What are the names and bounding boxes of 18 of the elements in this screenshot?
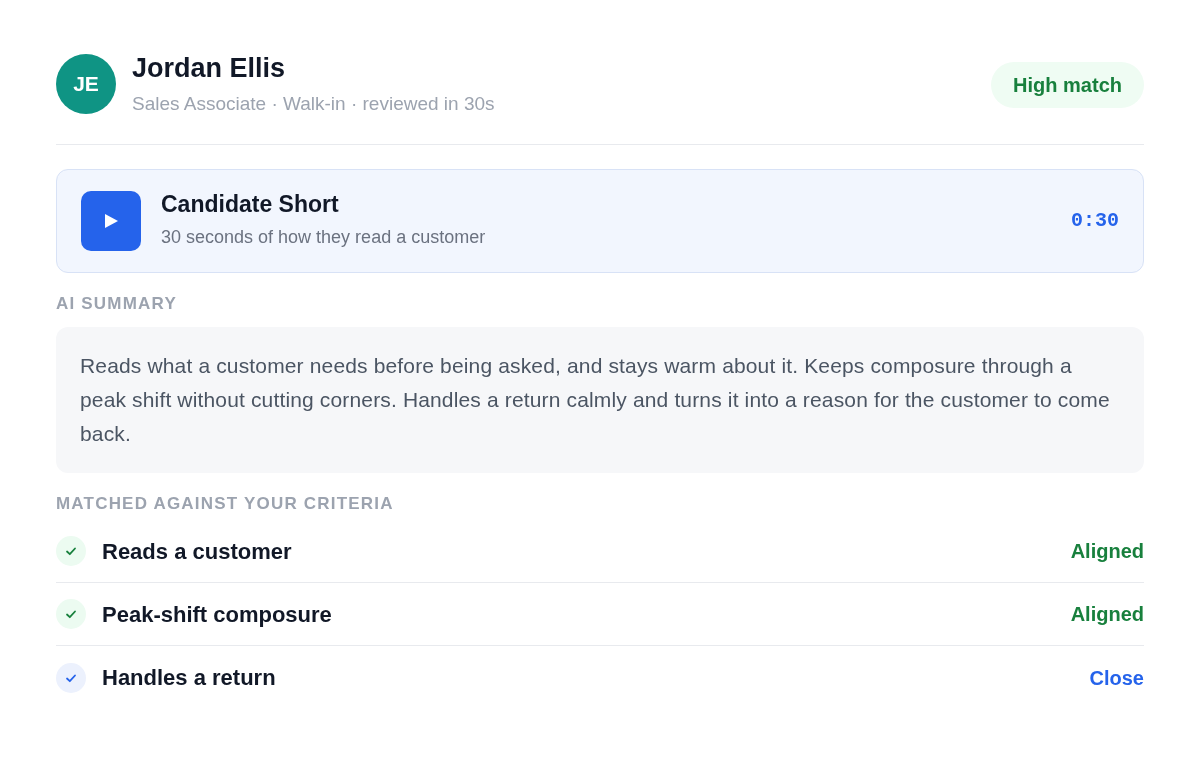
criterion-label: Handles a return bbox=[102, 664, 277, 693]
section-heading: AI SUMMARY bbox=[56, 293, 178, 316]
avatar-initials: JE bbox=[56, 54, 116, 114]
criterion-label: Reads a customer bbox=[102, 537, 293, 566]
video-duration: 0:30 bbox=[1071, 208, 1119, 235]
play-icon bbox=[104, 214, 118, 229]
criterion-status: Close bbox=[1089, 665, 1144, 691]
criterion-label: Peak-shift composure bbox=[102, 600, 333, 629]
play-button[interactable] bbox=[81, 191, 141, 252]
candidate-name: Jordan Ellis bbox=[132, 54, 287, 84]
criterion-status: Aligned bbox=[1070, 539, 1144, 565]
video-subtitle: 30 seconds of how they read a customer bbox=[161, 226, 487, 249]
criterion-status: Aligned bbox=[1070, 602, 1144, 628]
video-title: Candidate Short bbox=[161, 191, 340, 219]
candidate-subtitle: Sales Associate · Walk-in · reviewed in 30s bbox=[132, 91, 496, 116]
summary-text: Reads what a customer needs before being asked, and stays warm about it. Keeps composure through a peak shift without cutting corners. Handles a return calmly and turns it into a reason for the customer to come back. bbox=[56, 326, 1144, 473]
section-heading: MATCHED AGAINST YOUR CRITERIA bbox=[56, 492, 395, 515]
match-badge: High match bbox=[991, 62, 1144, 108]
